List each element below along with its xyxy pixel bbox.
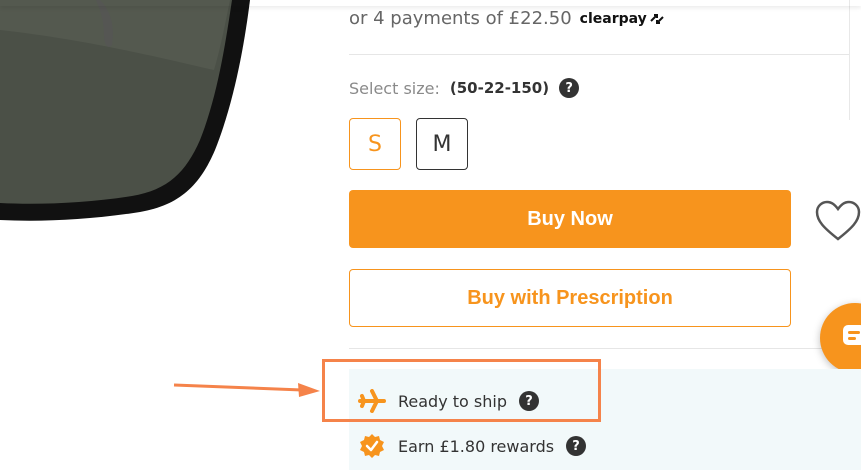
chat-button[interactable] [820, 303, 861, 373]
buy-with-prescription-button[interactable]: Buy with Prescription [349, 269, 791, 327]
size-option-s[interactable]: S [349, 118, 401, 170]
rewards-badge-icon [358, 433, 386, 459]
divider [349, 54, 849, 55]
help-icon[interactable]: ? [566, 436, 587, 456]
right-rail [849, 0, 861, 120]
product-image [0, 0, 250, 221]
installments-text: or 4 payments of £22.50 clearpay [349, 8, 665, 29]
annotation-arrow [173, 383, 320, 397]
installments-label: or 4 payments of £22.50 [349, 8, 572, 29]
annotation-highlight-box [322, 359, 601, 422]
size-option-m[interactable]: M [416, 118, 468, 170]
size-value: (50-22-150) [449, 79, 550, 97]
chat-icon [843, 325, 861, 345]
rewards-label: Earn £1.80 rewards [398, 436, 555, 456]
size-label: Select size: [349, 78, 440, 98]
clearpay-arrows-icon [650, 13, 664, 24]
help-icon[interactable]: ? [559, 78, 580, 98]
clearpay-logo: clearpay [580, 11, 665, 27]
buy-now-button[interactable]: Buy Now [349, 190, 791, 248]
top-shadow [0, 0, 861, 6]
heart-icon[interactable] [814, 200, 861, 242]
product-page: or 4 payments of £22.50 clearpay Select … [0, 0, 861, 470]
clearpay-name: clearpay [579, 10, 647, 27]
size-selector-header: Select size: (50-22-150) ? [349, 78, 580, 98]
rewards-info: Earn £1.80 rewards ? [358, 433, 587, 459]
divider [349, 348, 861, 349]
